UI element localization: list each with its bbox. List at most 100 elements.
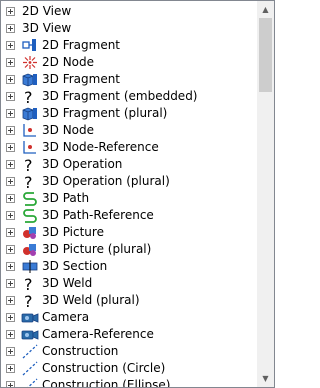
tree-item-label: 3D Node-Reference [42, 140, 159, 154]
expand-toggle-icon[interactable] [6, 109, 15, 118]
scroll-up-button[interactable]: ▲ [257, 1, 274, 18]
tree-item[interactable]: 3D Node-Reference [1, 139, 256, 156]
tree-item[interactable]: Construction (Circle) [1, 360, 256, 377]
picture-icon [21, 224, 39, 241]
tree-item[interactable]: 3D Section [1, 258, 256, 275]
tree-item-label: 3D Weld [42, 276, 93, 290]
scroll-down-button[interactable]: ▼ [257, 370, 274, 387]
construction-line-icon [21, 360, 39, 377]
tree-item-label: 3D Weld (plural) [42, 293, 140, 307]
camera-icon [21, 309, 39, 326]
expand-toggle-icon[interactable] [6, 296, 15, 305]
section-icon [21, 258, 39, 275]
construction-line-icon [21, 377, 39, 387]
tree-item-label: 2D Node [42, 55, 95, 69]
tree-item[interactable]: Camera-Reference [1, 326, 256, 343]
svg-text:?: ? [24, 173, 33, 190]
tree-item[interactable]: ? 3D Operation [1, 156, 256, 173]
tree-item-label: 2D View [22, 4, 72, 18]
tree-item[interactable]: 3D Path-Reference [1, 207, 256, 224]
tree-item-label: 3D Fragment (embedded) [42, 89, 198, 103]
expand-toggle-icon[interactable] [6, 143, 15, 152]
question-icon: ? [21, 173, 39, 190]
tree-item-label: 3D Path-Reference [42, 208, 154, 222]
expand-toggle-icon[interactable] [6, 364, 15, 373]
expand-toggle-icon[interactable] [6, 228, 15, 237]
node-3d-icon [21, 139, 39, 156]
svg-text:?: ? [24, 275, 33, 292]
tree-item-label: 3D Fragment [42, 72, 121, 86]
tree-item[interactable]: 2D View [1, 3, 256, 20]
vertical-scrollbar[interactable]: ▲ ▼ [257, 1, 274, 387]
expand-toggle-icon[interactable] [6, 245, 15, 254]
question-icon: ? [21, 88, 39, 105]
expand-toggle-icon[interactable] [6, 24, 15, 33]
tree-item[interactable]: 3D Fragment [1, 71, 256, 88]
tree-item[interactable]: 3D View [1, 20, 256, 37]
tree-item-label: Camera [42, 310, 90, 324]
tree-item[interactable]: 2D Fragment [1, 37, 256, 54]
tree-item-label: 3D Section [42, 259, 108, 273]
expand-toggle-icon[interactable] [6, 160, 15, 169]
tree-item[interactable]: ? 3D Weld (plural) [1, 292, 256, 309]
svg-text:?: ? [24, 292, 33, 309]
tree-item-label: 3D View [22, 21, 72, 35]
fragment-3d-icon [21, 71, 39, 88]
expand-toggle-icon[interactable] [6, 41, 15, 50]
node-3d-icon [21, 122, 39, 139]
tree-view[interactable]: 2D View 3D View 2D Fragment 2D Node 3D Fragm… [0, 0, 275, 388]
expand-toggle-icon[interactable] [6, 262, 15, 271]
tree-item[interactable]: ? 3D Fragment (embedded) [1, 88, 256, 105]
tree-item[interactable]: 3D Node [1, 122, 256, 139]
expand-toggle-icon[interactable] [6, 126, 15, 135]
fragment-3d-icon [21, 105, 39, 122]
question-icon: ? [21, 292, 39, 309]
tree-item[interactable]: 3D Path [1, 190, 256, 207]
expand-toggle-icon[interactable] [6, 211, 15, 220]
expand-toggle-icon[interactable] [6, 194, 15, 203]
question-icon: ? [21, 156, 39, 173]
tree-item-label: 3D Node [42, 123, 95, 137]
node-2d-icon [21, 54, 39, 71]
tree-item-label: Construction [42, 344, 119, 358]
expand-toggle-icon[interactable] [6, 7, 15, 16]
tree-item-label: 3D Operation [42, 157, 123, 171]
tree-item[interactable]: ? 3D Operation (plural) [1, 173, 256, 190]
tree-item-label: Camera-Reference [42, 327, 154, 341]
path-icon [21, 207, 39, 224]
svg-text:?: ? [24, 156, 33, 173]
expand-toggle-icon[interactable] [6, 381, 15, 387]
expand-toggle-icon[interactable] [6, 330, 15, 339]
tree-item[interactable]: ? 3D Weld [1, 275, 256, 292]
construction-line-icon [21, 343, 39, 360]
tree-item-label: Construction (Circle) [42, 361, 166, 375]
tree-item[interactable]: Camera [1, 309, 256, 326]
expand-toggle-icon[interactable] [6, 58, 15, 67]
expand-toggle-icon[interactable] [6, 92, 15, 101]
svg-text:?: ? [24, 88, 33, 105]
expand-toggle-icon[interactable] [6, 347, 15, 356]
tree-item[interactable]: 3D Fragment (plural) [1, 105, 256, 122]
tree-item[interactable]: 3D Picture (plural) [1, 241, 256, 258]
tree-item[interactable]: Construction (Ellipse) [1, 377, 256, 387]
tree-item[interactable]: 3D Picture [1, 224, 256, 241]
expand-toggle-icon[interactable] [6, 75, 15, 84]
tree-item-label: 3D Picture [42, 225, 104, 239]
tree-item[interactable]: 2D Node [1, 54, 256, 71]
tree-item-label: 2D Fragment [42, 38, 121, 52]
expand-toggle-icon[interactable] [6, 279, 15, 288]
path-icon [21, 190, 39, 207]
tree-rows: 2D View 3D View 2D Fragment 2D Node 3D Fragm… [1, 1, 256, 387]
tree-item-label: 3D Fragment (plural) [42, 106, 168, 120]
picture-icon [21, 241, 39, 258]
question-icon: ? [21, 275, 39, 292]
expand-toggle-icon[interactable] [6, 313, 15, 322]
camera-icon [21, 326, 39, 343]
tree-item-label: 3D Path [42, 191, 90, 205]
scrollbar-thumb[interactable] [259, 18, 272, 92]
tree-item-label: Construction (Ellipse) [42, 378, 171, 387]
expand-toggle-icon[interactable] [6, 177, 15, 186]
tree-item-label: 3D Picture (plural) [42, 242, 152, 256]
tree-item-label: 3D Operation (plural) [42, 174, 170, 188]
tree-item[interactable]: Construction [1, 343, 256, 360]
